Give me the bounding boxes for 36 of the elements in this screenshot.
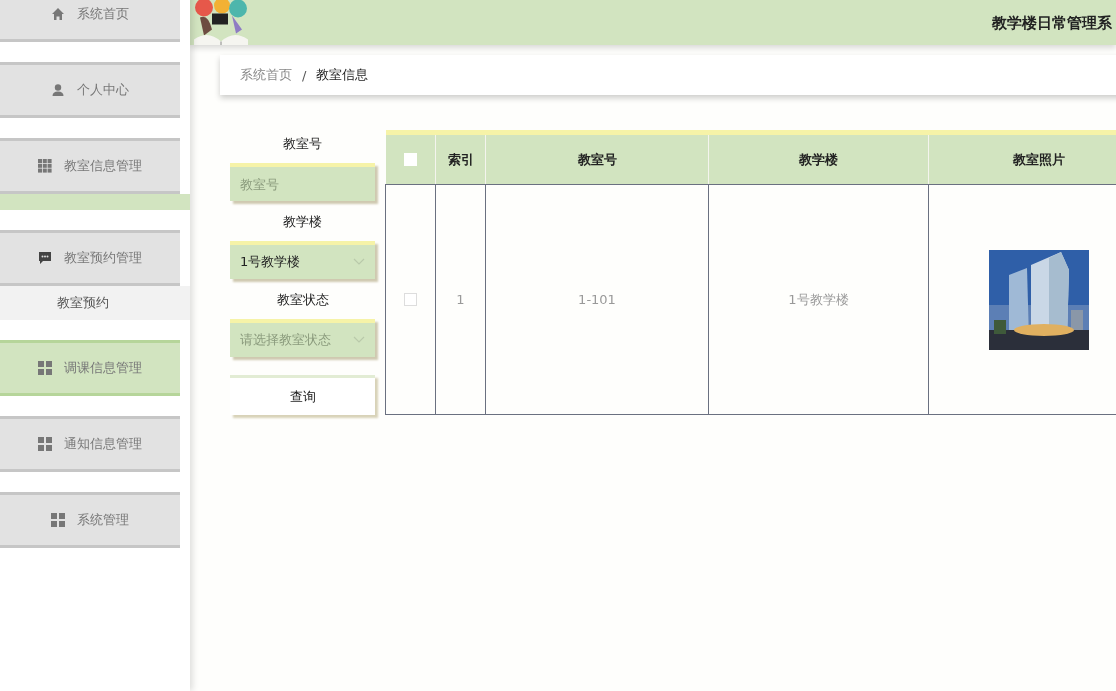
column-header: 教学楼	[708, 132, 929, 185]
grid-icon	[38, 437, 52, 451]
home-icon	[51, 7, 65, 21]
submenu-item[interactable]: 教室预约	[0, 286, 190, 320]
column-header: 教室照片	[928, 132, 1116, 185]
sidebar-item[interactable]: 系统管理	[0, 492, 180, 548]
field-label: 教学楼	[282, 213, 323, 231]
query-button[interactable]: 查询	[230, 375, 375, 415]
table-cell: 1	[435, 184, 486, 415]
checkbox[interactable]	[404, 293, 417, 306]
grid-icon	[38, 361, 52, 375]
grid-icon	[51, 513, 65, 527]
person-icon	[51, 83, 65, 97]
sidebar-item[interactable]: 通知信息管理	[0, 416, 180, 472]
app-title: 教学楼日常管理系	[992, 13, 1112, 33]
column-header: 索引	[435, 132, 486, 185]
select-field[interactable]: 1号教学楼	[230, 241, 375, 279]
table-cell: 1号教学楼	[708, 184, 929, 415]
breadcrumb-item: 教室信息	[316, 66, 369, 84]
field-label: 教室号	[282, 135, 323, 153]
breadcrumb-separator: /	[302, 67, 307, 83]
table-cell: 1-101	[485, 184, 709, 415]
grid-icon	[38, 159, 52, 173]
sidebar-item[interactable]: 调课信息管理	[0, 340, 180, 396]
input-field[interactable]: 教室号	[230, 163, 375, 201]
chevron-icon	[353, 258, 365, 266]
breadcrumb-item[interactable]: 系统首页	[240, 66, 292, 84]
sidebar-item[interactable]: 个人中心	[0, 62, 180, 118]
chevron-icon	[353, 336, 365, 344]
sidebar-item[interactable]: 教室信息管理	[0, 138, 180, 194]
sidebar-item[interactable]: 教室预约管理	[0, 230, 180, 286]
column-header: 教室号	[485, 132, 709, 185]
sidebar-item[interactable]: 系统首页	[0, 0, 180, 42]
chat-icon	[38, 251, 52, 265]
field-label: 教室状态	[275, 291, 330, 309]
select-field[interactable]: 请选择教室状态	[230, 319, 375, 357]
